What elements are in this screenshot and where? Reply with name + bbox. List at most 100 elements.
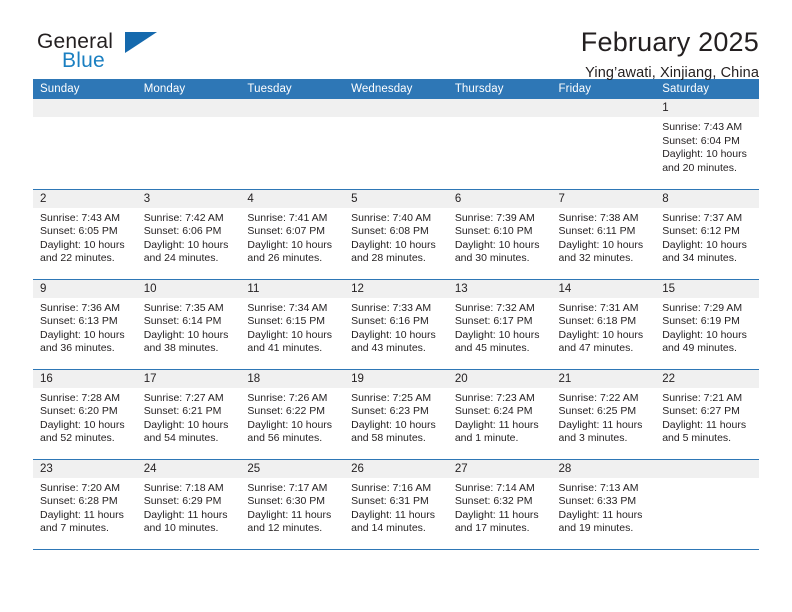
calendar-week-row: 9 Sunrise: 7:36 AM Sunset: 6:13 PM Daylight… <box>33 279 759 370</box>
sunrise-text: Sunrise: 7:17 AM <box>247 481 328 494</box>
sunrise-text: Sunrise: 7:37 AM <box>662 211 743 224</box>
weekday-header-friday: Friday <box>551 79 656 99</box>
calendar-day-cell[interactable]: 13 Sunrise: 7:32 AM Sunset: 6:17 PM Dayligh… <box>447 279 552 370</box>
calendar-day-cell[interactable]: 3 Sunrise: 7:42 AM Sunset: 6:06 PM Daylight… <box>136 189 241 280</box>
calendar-week-row: 23 Sunrise: 7:20 AM Sunset: 6:28 PM Dayligh… <box>33 459 759 550</box>
day-number: 2 <box>33 189 137 208</box>
daylight-text: Daylight: 11 hours and 5 minutes. <box>662 418 747 445</box>
calendar-day-cell[interactable]: 25 Sunrise: 7:17 AM Sunset: 6:30 PM Dayligh… <box>240 459 345 550</box>
day-details: Sunrise: 7:18 AM Sunset: 6:29 PM Daylight:… <box>137 478 241 536</box>
calendar-day-cell[interactable]: 23 Sunrise: 7:20 AM Sunset: 6:28 PM Dayligh… <box>33 459 137 550</box>
daylight-text: Daylight: 11 hours and 19 minutes. <box>558 508 643 535</box>
day-cell-inner: 9 Sunrise: 7:36 AM Sunset: 6:13 PM Daylight… <box>33 279 137 369</box>
weekday-header-saturday: Saturday <box>655 79 759 99</box>
day-cell-inner: 12 Sunrise: 7:33 AM Sunset: 6:16 PM Dayligh… <box>344 279 448 369</box>
daylight-text: Daylight: 10 hours and 56 minutes. <box>247 418 333 445</box>
calendar-day-cell[interactable]: 26 Sunrise: 7:16 AM Sunset: 6:31 PM Dayligh… <box>344 459 448 550</box>
calendar-day-cell[interactable]: 27 Sunrise: 7:14 AM Sunset: 6:32 PM Dayligh… <box>447 459 552 550</box>
sunset-text: Sunset: 6:31 PM <box>351 495 429 508</box>
calendar-day-cell[interactable]: 15 Sunrise: 7:29 AM Sunset: 6:19 PM Dayligh… <box>655 279 759 370</box>
day-cell-inner: 18 Sunrise: 7:26 AM Sunset: 6:22 PM Dayligh… <box>240 369 345 459</box>
daylight-text: Daylight: 11 hours and 10 minutes. <box>143 508 228 535</box>
sunset-text: Sunset: 6:06 PM <box>143 225 222 238</box>
day-details: Sunrise: 7:35 AM Sunset: 6:14 PM Daylight:… <box>137 298 241 356</box>
sunrise-text: Sunrise: 7:38 AM <box>558 211 639 224</box>
sunset-text: Sunset: 6:24 PM <box>454 405 533 418</box>
day-cell-inner: 5 Sunrise: 7:40 AM Sunset: 6:08 PM Daylight… <box>344 189 448 279</box>
calendar-day-cell[interactable]: 16 Sunrise: 7:28 AM Sunset: 6:20 PM Dayligh… <box>33 369 137 460</box>
sunrise-text: Sunrise: 7:22 AM <box>558 391 639 404</box>
daylight-text: Daylight: 10 hours and 26 minutes. <box>247 238 333 265</box>
day-number: 22 <box>655 369 759 388</box>
calendar-day-cell[interactable]: 24 Sunrise: 7:18 AM Sunset: 6:29 PM Dayligh… <box>136 459 241 550</box>
day-number: 26 <box>344 459 448 478</box>
calendar-day-cell[interactable]: 9 Sunrise: 7:36 AM Sunset: 6:13 PM Daylight… <box>33 279 137 370</box>
sunrise-text: Sunrise: 7:31 AM <box>558 301 639 314</box>
logo-text-blue: Blue <box>62 49 105 72</box>
daylight-text: Daylight: 11 hours and 3 minutes. <box>558 418 643 445</box>
sunset-text: Sunset: 6:05 PM <box>40 225 118 238</box>
sunset-text: Sunset: 6:08 PM <box>351 225 429 238</box>
day-number: 19 <box>344 369 448 388</box>
day-details: Sunrise: 7:13 AM Sunset: 6:33 PM Daylight:… <box>552 478 656 536</box>
sunrise-text: Sunrise: 7:40 AM <box>351 211 432 224</box>
day-details: Sunrise: 7:29 AM Sunset: 6:19 PM Daylight:… <box>655 298 759 356</box>
calendar-day-cell[interactable]: 4 Sunrise: 7:41 AM Sunset: 6:07 PM Daylight… <box>240 189 345 280</box>
day-cell-inner: 23 Sunrise: 7:20 AM Sunset: 6:28 PM Dayligh… <box>33 459 137 549</box>
weekday-header-row: Sunday Monday Tuesday Wednesday Thursday… <box>33 79 759 99</box>
calendar-day-cell[interactable]: 2 Sunrise: 7:43 AM Sunset: 6:05 PM Daylight… <box>33 189 137 280</box>
daylight-text: Daylight: 10 hours and 30 minutes. <box>454 238 540 265</box>
calendar-day-cell[interactable]: 1 Sunrise: 7:43 AM Sunset: 6:04 PM Daylight… <box>655 99 759 190</box>
day-cell-inner <box>655 459 759 549</box>
calendar-day-cell[interactable]: 19 Sunrise: 7:25 AM Sunset: 6:23 PM Dayligh… <box>344 369 448 460</box>
calendar-day-cell[interactable]: 28 Sunrise: 7:13 AM Sunset: 6:33 PM Dayligh… <box>551 459 656 550</box>
day-number: 8 <box>655 189 759 208</box>
calendar-day-cell[interactable]: 21 Sunrise: 7:22 AM Sunset: 6:25 PM Dayligh… <box>551 369 656 460</box>
calendar-day-cell-empty <box>551 99 656 190</box>
weekday-header-sunday: Sunday <box>33 79 137 99</box>
calendar-day-cell[interactable]: 11 Sunrise: 7:34 AM Sunset: 6:15 PM Dayligh… <box>240 279 345 370</box>
daylight-text: Daylight: 10 hours and 22 minutes. <box>40 238 125 265</box>
day-details: Sunrise: 7:14 AM Sunset: 6:32 PM Daylight:… <box>448 478 552 536</box>
day-details: Sunrise: 7:26 AM Sunset: 6:22 PM Daylight:… <box>240 388 344 446</box>
sunset-text: Sunset: 6:27 PM <box>662 405 740 418</box>
day-number: 11 <box>240 279 345 298</box>
day-cell-inner: 7 Sunrise: 7:38 AM Sunset: 6:11 PM Daylight… <box>551 189 656 279</box>
weekday-header-wednesday: Wednesday <box>344 79 448 99</box>
calendar-day-cell[interactable]: 10 Sunrise: 7:35 AM Sunset: 6:14 PM Dayligh… <box>136 279 241 370</box>
day-details: Sunrise: 7:25 AM Sunset: 6:23 PM Daylight:… <box>344 388 448 446</box>
sunset-text: Sunset: 6:11 PM <box>558 225 636 238</box>
calendar-day-cell[interactable]: 5 Sunrise: 7:40 AM Sunset: 6:08 PM Daylight… <box>344 189 448 280</box>
daylight-text: Daylight: 10 hours and 52 minutes. <box>40 418 125 445</box>
daylight-text: Daylight: 10 hours and 36 minutes. <box>40 328 125 355</box>
sunrise-text: Sunrise: 7:41 AM <box>247 211 328 224</box>
sunset-text: Sunset: 6:25 PM <box>558 405 637 418</box>
day-number: 27 <box>447 459 552 478</box>
day-number: 16 <box>33 369 137 388</box>
calendar-day-cell[interactable]: 17 Sunrise: 7:27 AM Sunset: 6:21 PM Dayligh… <box>136 369 241 460</box>
day-number: 24 <box>136 459 241 478</box>
day-cell-inner <box>136 99 241 189</box>
day-cell-inner: 25 Sunrise: 7:17 AM Sunset: 6:30 PM Dayligh… <box>240 459 345 549</box>
sunrise-text: Sunrise: 7:27 AM <box>143 391 224 404</box>
calendar-day-cell[interactable]: 7 Sunrise: 7:38 AM Sunset: 6:11 PM Daylight… <box>551 189 656 280</box>
sunrise-text: Sunrise: 7:34 AM <box>247 301 328 314</box>
calendar-day-cell[interactable]: 6 Sunrise: 7:39 AM Sunset: 6:10 PM Daylight… <box>447 189 552 280</box>
calendar-day-cell[interactable]: 22 Sunrise: 7:21 AM Sunset: 6:27 PM Dayligh… <box>655 369 759 460</box>
logo[interactable]: General Blue <box>33 28 163 80</box>
title-block: February 2025 Ying’awati, Xinjiang, Chin… <box>581 28 759 82</box>
day-cell-inner: 14 Sunrise: 7:31 AM Sunset: 6:18 PM Dayligh… <box>551 279 656 369</box>
day-details: Sunrise: 7:41 AM Sunset: 6:07 PM Daylight:… <box>240 208 344 266</box>
calendar-day-cell[interactable]: 18 Sunrise: 7:26 AM Sunset: 6:22 PM Dayligh… <box>240 369 345 460</box>
calendar-day-cell[interactable]: 12 Sunrise: 7:33 AM Sunset: 6:16 PM Dayligh… <box>344 279 448 370</box>
day-cell-inner: 6 Sunrise: 7:39 AM Sunset: 6:10 PM Daylight… <box>447 189 552 279</box>
sunrise-text: Sunrise: 7:16 AM <box>351 481 432 494</box>
day-details: Sunrise: 7:32 AM Sunset: 6:17 PM Daylight:… <box>448 298 552 356</box>
sunset-text: Sunset: 6:33 PM <box>558 495 637 508</box>
day-details: Sunrise: 7:43 AM Sunset: 6:05 PM Daylight:… <box>33 208 137 266</box>
calendar-day-cell[interactable]: 20 Sunrise: 7:23 AM Sunset: 6:24 PM Dayligh… <box>447 369 552 460</box>
day-cell-inner: 27 Sunrise: 7:14 AM Sunset: 6:32 PM Dayligh… <box>447 459 552 549</box>
calendar-day-cell[interactable]: 8 Sunrise: 7:37 AM Sunset: 6:12 PM Daylight… <box>655 189 759 280</box>
sunrise-text: Sunrise: 7:29 AM <box>662 301 743 314</box>
calendar-day-cell[interactable]: 14 Sunrise: 7:31 AM Sunset: 6:18 PM Dayligh… <box>551 279 656 370</box>
